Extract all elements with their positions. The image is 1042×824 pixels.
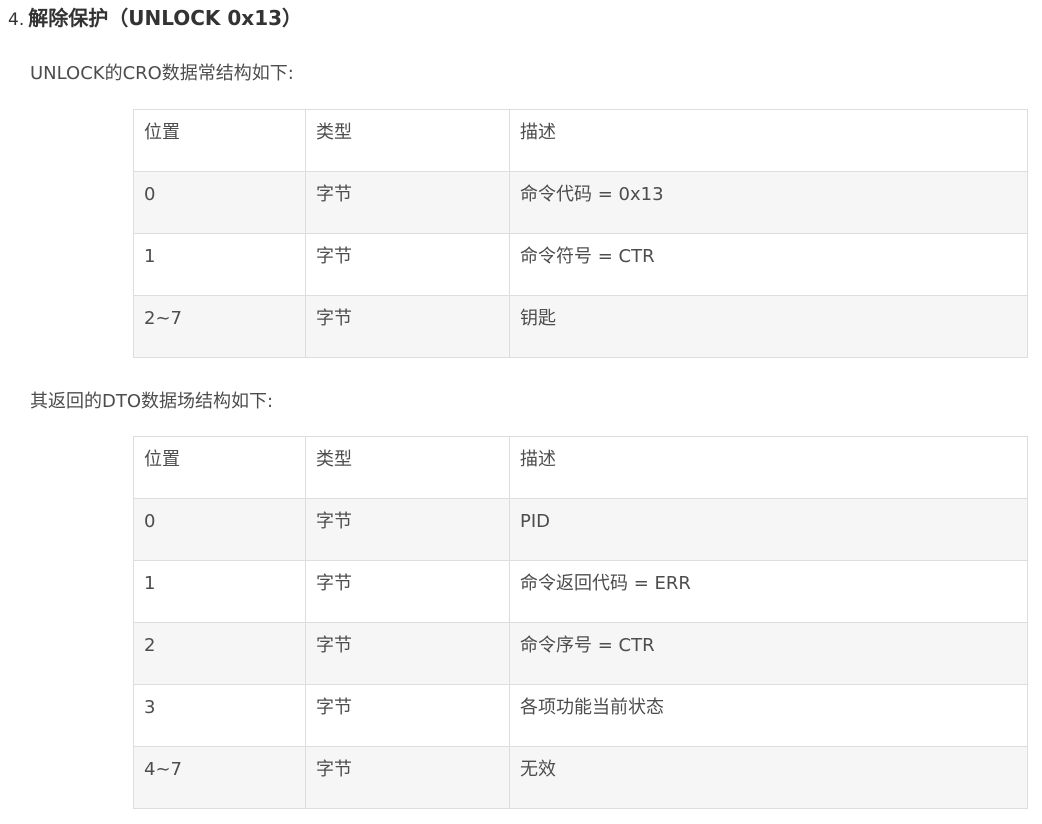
section-number: 4. <box>8 10 25 30</box>
cell-type: 字节 <box>305 498 510 561</box>
cell-type: 字节 <box>305 560 510 623</box>
table-header-row: 位置 类型 描述 <box>133 436 1028 499</box>
cell-position: 4~7 <box>133 746 306 809</box>
cro-structure-table: 位置 类型 描述 0 字节 命令代码 = 0x13 1 字节 命令符号 = CT… <box>133 109 1028 358</box>
cell-description: 无效 <box>509 746 1028 809</box>
cell-description: 命令代码 = 0x13 <box>509 171 1028 234</box>
table-row: 4~7 字节 无效 <box>133 746 1028 809</box>
table-row: 0 字节 命令代码 = 0x13 <box>133 171 1028 234</box>
table-row: 1 字节 命令返回代码 = ERR <box>133 560 1028 623</box>
cell-description: 命令符号 = CTR <box>509 233 1028 296</box>
cell-description: 钥匙 <box>509 295 1028 358</box>
header-type: 类型 <box>305 436 510 499</box>
table-row: 2 字节 命令序号 = CTR <box>133 622 1028 685</box>
section-title: 解除保护（UNLOCK 0x13） <box>28 6 303 30</box>
cell-description: 命令序号 = CTR <box>509 622 1028 685</box>
cro-intro-text: UNLOCK的CRO数据常结构如下: <box>30 63 294 84</box>
section-heading: 4. 解除保护（UNLOCK 0x13） <box>8 4 302 34</box>
cell-type: 字节 <box>305 622 510 685</box>
cell-type: 字节 <box>305 171 510 234</box>
cell-type: 字节 <box>305 746 510 809</box>
table-row: 0 字节 PID <box>133 498 1028 561</box>
header-description: 描述 <box>509 436 1028 499</box>
header-description: 描述 <box>509 109 1028 172</box>
cell-description: 各项功能当前状态 <box>509 684 1028 747</box>
table-row: 1 字节 命令符号 = CTR <box>133 233 1028 296</box>
cell-position: 1 <box>133 560 306 623</box>
table-row: 2~7 字节 钥匙 <box>133 295 1028 358</box>
cell-position: 3 <box>133 684 306 747</box>
cell-type: 字节 <box>305 684 510 747</box>
cell-type: 字节 <box>305 295 510 358</box>
cell-position: 0 <box>133 171 306 234</box>
dto-intro-text: 其返回的DTO数据场结构如下: <box>30 391 274 412</box>
header-position: 位置 <box>133 436 306 499</box>
cell-type: 字节 <box>305 233 510 296</box>
cell-position: 0 <box>133 498 306 561</box>
header-position: 位置 <box>133 109 306 172</box>
cell-position: 2~7 <box>133 295 306 358</box>
table-header-row: 位置 类型 描述 <box>133 109 1028 172</box>
dto-structure-table: 位置 类型 描述 0 字节 PID 1 字节 命令返回代码 = ERR 2 字节… <box>133 436 1028 809</box>
cell-description: PID <box>509 498 1028 561</box>
header-type: 类型 <box>305 109 510 172</box>
table-row: 3 字节 各项功能当前状态 <box>133 684 1028 747</box>
cell-position: 1 <box>133 233 306 296</box>
cell-description: 命令返回代码 = ERR <box>509 560 1028 623</box>
cell-position: 2 <box>133 622 306 685</box>
